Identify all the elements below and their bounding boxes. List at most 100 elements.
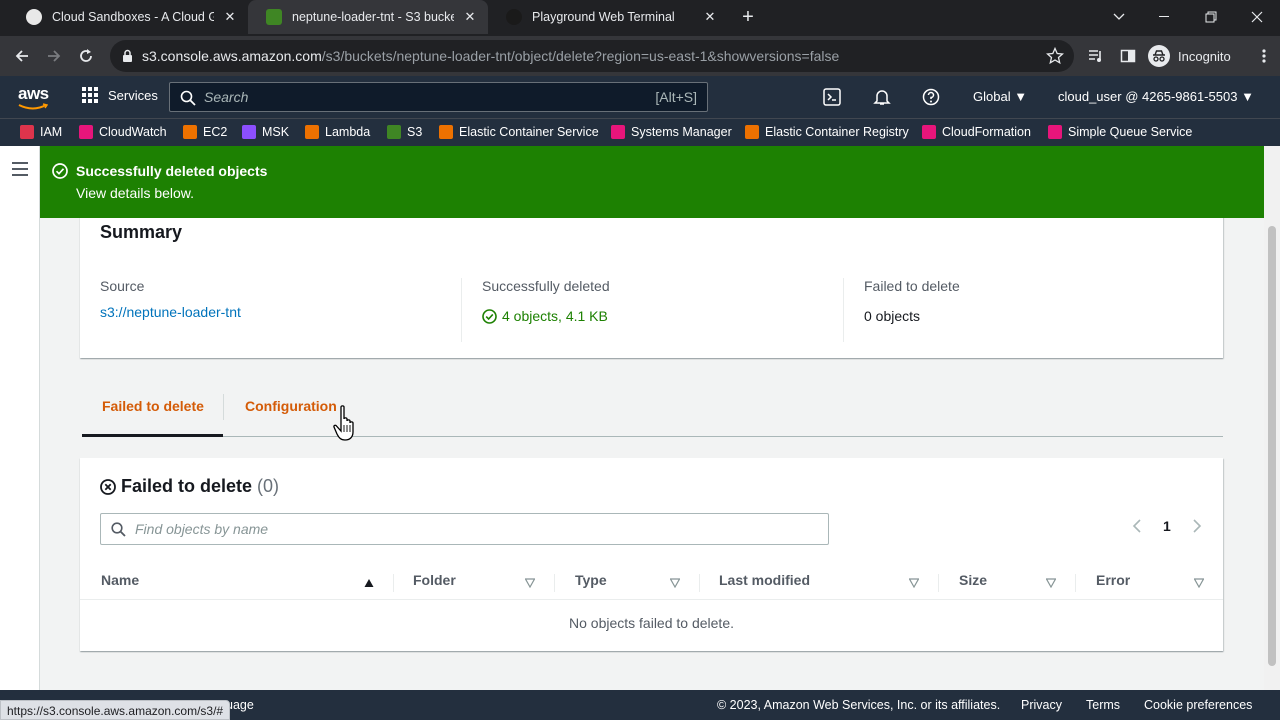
reload-icon[interactable] — [74, 44, 98, 68]
sort-icon[interactable] — [669, 575, 681, 593]
favorite-ecr[interactable]: Elastic Container Registry — [745, 125, 909, 139]
incognito-badge[interactable]: Incognito — [1148, 44, 1231, 68]
favorite-cloudformation[interactable]: CloudFormation — [922, 125, 1031, 139]
source-column: Source s3://neptune-loader-tnt — [100, 278, 241, 320]
scrollbar-thumb[interactable] — [1268, 226, 1276, 666]
column-header-size[interactable]: Size — [959, 572, 987, 588]
summary-title: Summary — [100, 222, 183, 242]
deleted-label: Successfully deleted — [482, 278, 610, 294]
chevron-right-icon[interactable] — [1192, 519, 1202, 536]
success-check-icon — [482, 308, 497, 324]
column-header-error[interactable]: Error — [1096, 572, 1130, 588]
empty-table-message: No objects failed to delete. — [569, 615, 734, 631]
cloudwatch-icon — [79, 125, 93, 139]
browser-menu-icon[interactable] — [1252, 44, 1276, 68]
footer-terms-link[interactable]: Terms — [1086, 698, 1120, 712]
chevron-left-icon[interactable] — [1132, 519, 1142, 536]
cloudshell-icon[interactable] — [822, 87, 842, 107]
bookmark-star-icon[interactable] — [1045, 46, 1065, 70]
column-header-folder[interactable]: Folder — [413, 572, 456, 588]
page-scrollbar[interactable] — [1264, 146, 1280, 690]
systems-manager-icon — [611, 125, 625, 139]
account-menu[interactable]: cloud_user @ 4265-9861-5503 ▼ — [1058, 89, 1254, 104]
search-input[interactable]: Search [Alt+S] — [169, 82, 708, 112]
tab-search-icon[interactable] — [1096, 0, 1142, 34]
favorite-systems-manager[interactable]: Systems Manager — [611, 125, 732, 139]
error-circle-icon — [100, 478, 116, 495]
tab-title: Cloud Sandboxes - A Cloud Guru — [52, 10, 214, 24]
back-icon[interactable] — [10, 44, 34, 68]
close-icon[interactable]: ✕ — [462, 9, 478, 25]
favorite-s3[interactable]: S3 — [387, 125, 422, 139]
source-link[interactable]: s3://neptune-loader-tnt — [100, 304, 241, 320]
active-tab-indicator — [82, 434, 223, 437]
column-header-name[interactable]: Name — [101, 572, 139, 588]
browser-toolbar: s3.console.aws.amazon.com/s3/buckets/nep… — [0, 36, 1280, 76]
address-bar[interactable]: s3.console.aws.amazon.com/s3/buckets/nep… — [110, 40, 1074, 72]
browser-tab-strip: Cloud Sandboxes - A Cloud Guru ✕ neptune… — [0, 0, 1280, 36]
notifications-bell-icon[interactable] — [872, 87, 892, 107]
favorite-lambda[interactable]: Lambda — [305, 125, 370, 139]
flash-header: Successfully deleted objects — [76, 163, 268, 179]
tab-failed-to-delete[interactable]: Failed to delete — [102, 398, 204, 414]
success-check-icon — [52, 163, 68, 184]
tab-title: Playground Web Terminal — [532, 10, 675, 24]
source-label: Source — [100, 278, 145, 294]
new-tab-icon[interactable]: + — [737, 6, 759, 28]
close-icon[interactable]: ✕ — [702, 9, 718, 25]
browser-status-url: https://s3.console.aws.amazon.com/s3/# — [0, 700, 231, 720]
help-icon[interactable] — [921, 87, 941, 107]
failed-count: (0) — [257, 476, 280, 496]
footer-privacy-link[interactable]: Privacy — [1021, 698, 1062, 712]
favorite-msk[interactable]: MSK — [242, 125, 289, 139]
cloud-guru-icon — [26, 9, 42, 25]
services-menu-button[interactable]: Services — [82, 87, 158, 103]
favorites-bar: IAM CloudWatch EC2 MSK Lambda S3 Elastic… — [0, 118, 1280, 146]
aws-logo[interactable]: aws — [18, 84, 49, 110]
favorite-sqs[interactable]: Simple Queue Service — [1048, 125, 1192, 139]
side-panel-icon[interactable] — [1116, 44, 1140, 68]
favorite-cloudwatch[interactable]: CloudWatch — [79, 125, 167, 139]
failed-column: Failed to delete 0 objects — [843, 278, 960, 342]
page-number[interactable]: 1 — [1163, 518, 1171, 534]
incognito-label: Incognito — [1178, 48, 1231, 64]
footer-cookie-preferences-link[interactable]: Cookie preferences — [1144, 698, 1252, 712]
favorite-ecs[interactable]: Elastic Container Service — [439, 125, 599, 139]
close-icon[interactable]: ✕ — [222, 9, 238, 25]
search-icon — [111, 522, 126, 542]
minimize-icon[interactable] — [1142, 0, 1188, 34]
favorite-iam[interactable]: IAM — [20, 125, 62, 139]
sort-icon[interactable] — [1045, 575, 1057, 593]
sort-icon[interactable] — [908, 575, 920, 593]
account-label: cloud_user @ 4265-9861-5503 — [1058, 89, 1238, 104]
summary-panel: Summary Source s3://neptune-loader-tnt S… — [80, 208, 1223, 358]
column-header-type[interactable]: Type — [575, 572, 607, 588]
favorite-ec2[interactable]: EC2 — [183, 125, 227, 139]
browser-tab-playground[interactable]: Playground Web Terminal ✕ — [488, 0, 728, 34]
tab-configuration[interactable]: Configuration — [245, 398, 337, 414]
failed-panel-header: Failed to delete (0) — [100, 476, 279, 497]
sort-ascending-icon[interactable] — [364, 575, 374, 593]
browser-tab-cloud-sandboxes[interactable]: Cloud Sandboxes - A Cloud Guru ✕ — [8, 0, 248, 34]
hamburger-menu-icon[interactable] — [12, 162, 28, 180]
close-window-icon[interactable] — [1234, 0, 1280, 34]
lock-icon[interactable] — [122, 49, 133, 68]
browser-tab-s3-bucket[interactable]: neptune-loader-tnt - S3 bucket ✕ — [248, 0, 488, 34]
tab-title: neptune-loader-tnt - S3 bucket — [292, 10, 454, 24]
sort-icon[interactable] — [524, 575, 536, 593]
ecs-icon — [439, 125, 453, 139]
lambda-icon — [305, 125, 319, 139]
failed-value: 0 objects — [864, 308, 921, 324]
sqs-icon — [1048, 125, 1062, 139]
restore-icon[interactable] — [1188, 0, 1234, 34]
find-objects-input[interactable]: Find objects by name — [100, 513, 829, 545]
result-tabs: Failed to delete Configuration — [82, 380, 1223, 437]
region-selector[interactable]: Global ▼ — [973, 89, 1027, 104]
footer-language-link[interactable]: uage — [226, 698, 254, 712]
failed-to-delete-panel: Failed to delete (0) Find objects by nam… — [80, 458, 1223, 651]
forward-icon[interactable] — [42, 44, 66, 68]
sort-icon[interactable] — [1193, 575, 1205, 593]
services-label: Services — [108, 87, 158, 103]
column-header-last-modified[interactable]: Last modified — [719, 572, 810, 588]
media-control-icon[interactable] — [1084, 44, 1108, 68]
